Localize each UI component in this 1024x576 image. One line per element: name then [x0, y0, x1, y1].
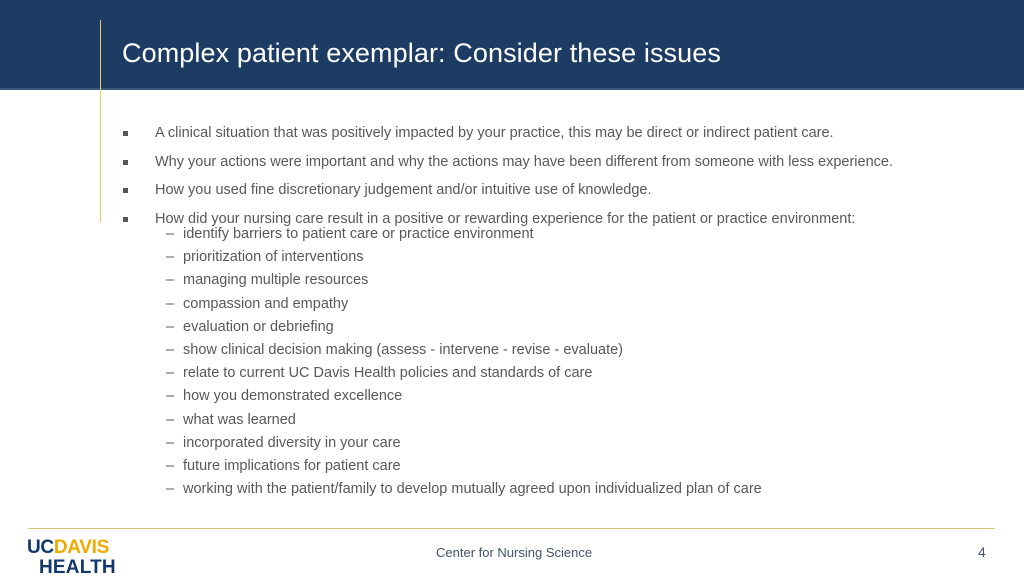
- page-title: Complex patient exemplar: Consider these…: [122, 38, 721, 68]
- square-bullet-icon: [123, 131, 128, 136]
- dash-bullet-icon: –: [166, 458, 175, 474]
- bullet-item-label: Why your actions were important and why …: [155, 153, 893, 170]
- logo-health-text: HEALTH: [39, 557, 116, 576]
- sub-bullet-item: – identify barriers to patient care or pr…: [166, 225, 1006, 244]
- footer-divider: [28, 528, 995, 529]
- dash-bullet-icon: –: [166, 226, 175, 242]
- dash-bullet-icon: –: [166, 434, 175, 451]
- sub-bullet-item: – working with the patient/family to deve…: [166, 480, 1006, 499]
- dash-bullet-icon: –: [166, 481, 175, 498]
- sub-bullet-item: – how you demonstrated excellence: [166, 387, 1006, 406]
- slide: Complex patient exemplar: Consider these…: [0, 0, 1024, 576]
- dash-bullet-icon: –: [166, 388, 175, 405]
- bullet-item-label: A clinical situation that was positively…: [155, 125, 834, 141]
- sub-bullet-item-label: evaluation or debriefing: [183, 318, 334, 335]
- sub-bullet-item-label: incorporated diversity in your care: [183, 434, 401, 451]
- sub-bullet-item-label: working with the patient/family to devel…: [183, 481, 762, 498]
- sub-bullet-item: – future implications for patient care: [166, 457, 1006, 476]
- dash-bullet-icon: –: [166, 365, 175, 382]
- logo-line-one: UCDAVIS: [27, 538, 137, 557]
- square-bullet-icon: [123, 216, 128, 222]
- footer-title: Center for Nursing Science: [436, 545, 593, 560]
- sub-bullet-item: – prioritization of interventions: [166, 248, 1006, 267]
- sub-bullet-item-label: what was learned: [183, 411, 296, 428]
- sub-bullet-item: – incorporated diversity in your care: [166, 434, 1006, 453]
- sub-bullet-item-label: compassion and empathy: [183, 295, 349, 312]
- bullet-item: A clinical situation that was positively…: [123, 123, 1003, 143]
- dash-bullet-icon: –: [166, 295, 175, 312]
- uc-davis-health-logo: UCDAVIS HEALTH: [27, 538, 137, 576]
- page-number: 4: [978, 544, 986, 560]
- bullet-item-label: How you used fine discretionary judgemen…: [155, 182, 652, 199]
- accent-vertical-rule: [100, 20, 101, 222]
- sub-bullet-item: – managing multiple resources: [166, 271, 1006, 290]
- sub-bullet-item-label: identify barriers to patient care or pra…: [183, 226, 534, 242]
- sub-bullet-item-label: relate to current UC Davis Health polici…: [183, 365, 593, 382]
- sub-bullet-item-label: show clinical decision making (assess - …: [183, 342, 624, 358]
- sub-bullet-item-label: how you demonstrated excellence: [183, 388, 403, 405]
- title-band: Complex patient exemplar: Consider these…: [0, 0, 1024, 90]
- sub-bullet-item: – relate to current UC Davis Health polic…: [166, 364, 1006, 383]
- sub-bullet-item-label: future implications for patient care: [183, 458, 401, 474]
- dash-bullet-icon: –: [166, 318, 175, 335]
- square-bullet-icon: [123, 188, 128, 194]
- bullet-item: Why your actions were important and why …: [123, 152, 1003, 172]
- sub-bullet-item-label: managing multiple resources: [183, 272, 369, 289]
- logo-uc-text: UC: [27, 537, 54, 558]
- sub-bullet-item: – what was learned: [166, 411, 1006, 430]
- sub-bullet-item-label: prioritization of interventions: [183, 249, 364, 266]
- sub-bullet-item: – evaluation or debriefing: [166, 318, 1006, 337]
- sub-bullet-item: – compassion and empathy: [166, 295, 1006, 314]
- bullet-item: How you used fine discretionary judgemen…: [123, 180, 1003, 200]
- logo-davis-text: DAVIS: [53, 537, 110, 558]
- dash-bullet-icon: –: [166, 411, 175, 428]
- dash-bullet-icon: –: [166, 272, 175, 289]
- square-bullet-icon: [123, 159, 128, 165]
- dash-bullet-icon: –: [166, 249, 175, 266]
- sub-bullet-item: – show clinical decision making (assess -…: [166, 341, 1006, 360]
- dash-bullet-icon: –: [166, 342, 175, 358]
